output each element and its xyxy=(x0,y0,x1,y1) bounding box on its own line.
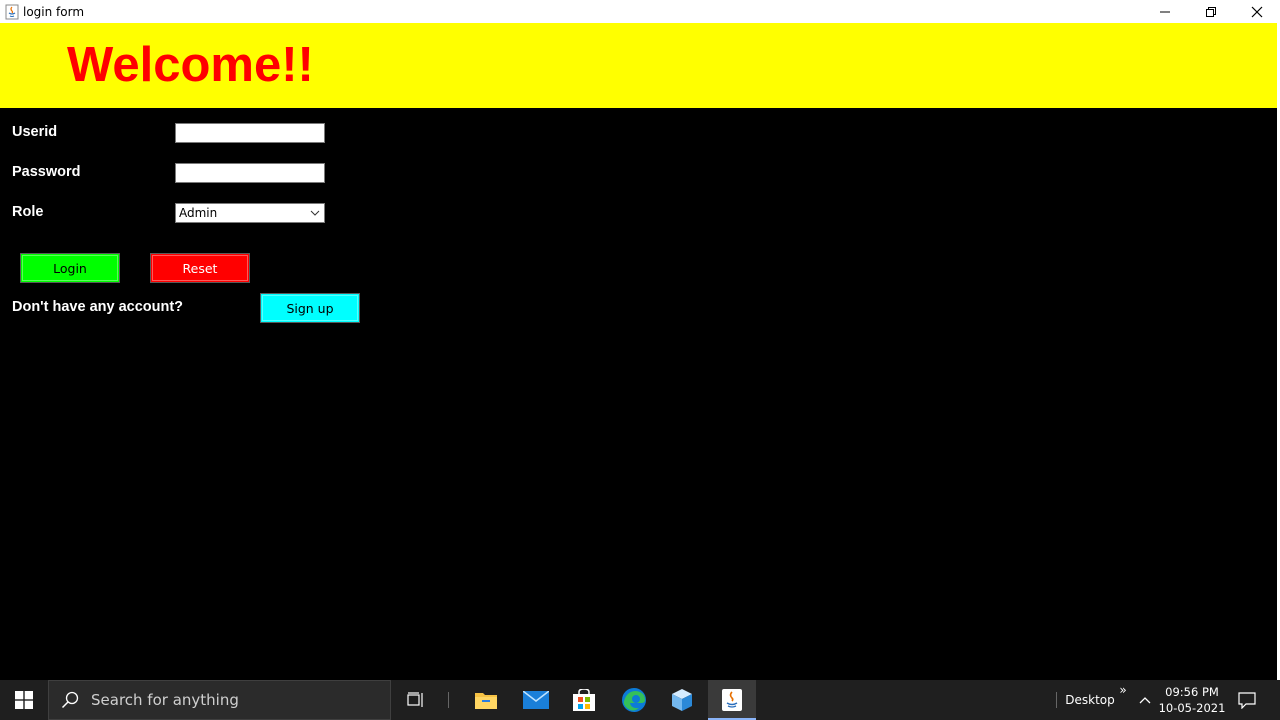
taskbar-search-box[interactable]: Search for anything xyxy=(48,680,391,720)
close-icon[interactable] xyxy=(1234,0,1280,23)
signup-button-label: Sign up xyxy=(286,300,334,316)
login-button[interactable]: Login xyxy=(20,253,120,283)
title-bar: login form xyxy=(0,0,1280,23)
window-title: login form xyxy=(23,4,85,19)
3d-box-icon[interactable] xyxy=(658,680,706,720)
login-button-label: Login xyxy=(53,260,87,276)
chevron-down-icon xyxy=(310,210,320,216)
userid-input[interactable] xyxy=(175,123,325,143)
java-app-icon xyxy=(4,4,20,20)
task-view-icon[interactable] xyxy=(392,680,440,720)
taskbar: Search for anything Desktop » 09:56 PM 1… xyxy=(0,680,1280,720)
password-label: Password xyxy=(12,164,81,180)
desktop-toolbar-label[interactable]: Desktop xyxy=(1064,680,1116,720)
mail-icon[interactable] xyxy=(512,680,560,720)
welcome-banner: Welcome!! xyxy=(0,23,1277,108)
reset-button-label: Reset xyxy=(182,260,218,276)
userid-label: Userid xyxy=(12,124,58,140)
toolbar-overflow-icon[interactable]: » xyxy=(1116,680,1130,700)
welcome-heading: Welcome!! xyxy=(67,38,314,92)
edge-icon[interactable] xyxy=(610,680,658,720)
search-icon xyxy=(61,691,79,709)
minimize-icon[interactable] xyxy=(1142,0,1188,23)
password-input[interactable] xyxy=(175,163,325,183)
windows-start-icon[interactable] xyxy=(0,680,48,720)
no-account-text: Don't have any account? xyxy=(12,299,184,315)
search-placeholder: Search for anything xyxy=(91,691,239,709)
file-explorer-icon[interactable] xyxy=(462,680,510,720)
notification-icon[interactable] xyxy=(1230,680,1264,720)
role-label: Role xyxy=(12,204,44,220)
role-select[interactable]: Admin xyxy=(175,203,325,223)
signup-button[interactable]: Sign up xyxy=(260,293,360,323)
chevron-up-icon[interactable] xyxy=(1134,680,1156,720)
restore-icon[interactable] xyxy=(1188,0,1234,23)
reset-button[interactable]: Reset xyxy=(150,253,250,283)
clock[interactable]: 09:56 PM 10-05-2021 xyxy=(1158,680,1226,720)
tray-divider xyxy=(1054,680,1058,720)
taskbar-divider xyxy=(446,680,450,720)
role-selected-value: Admin xyxy=(179,206,218,220)
java-icon[interactable] xyxy=(708,680,756,720)
clock-time: 09:56 PM xyxy=(1165,685,1219,699)
store-icon[interactable] xyxy=(560,680,608,720)
clock-date: 10-05-2021 xyxy=(1158,701,1226,715)
